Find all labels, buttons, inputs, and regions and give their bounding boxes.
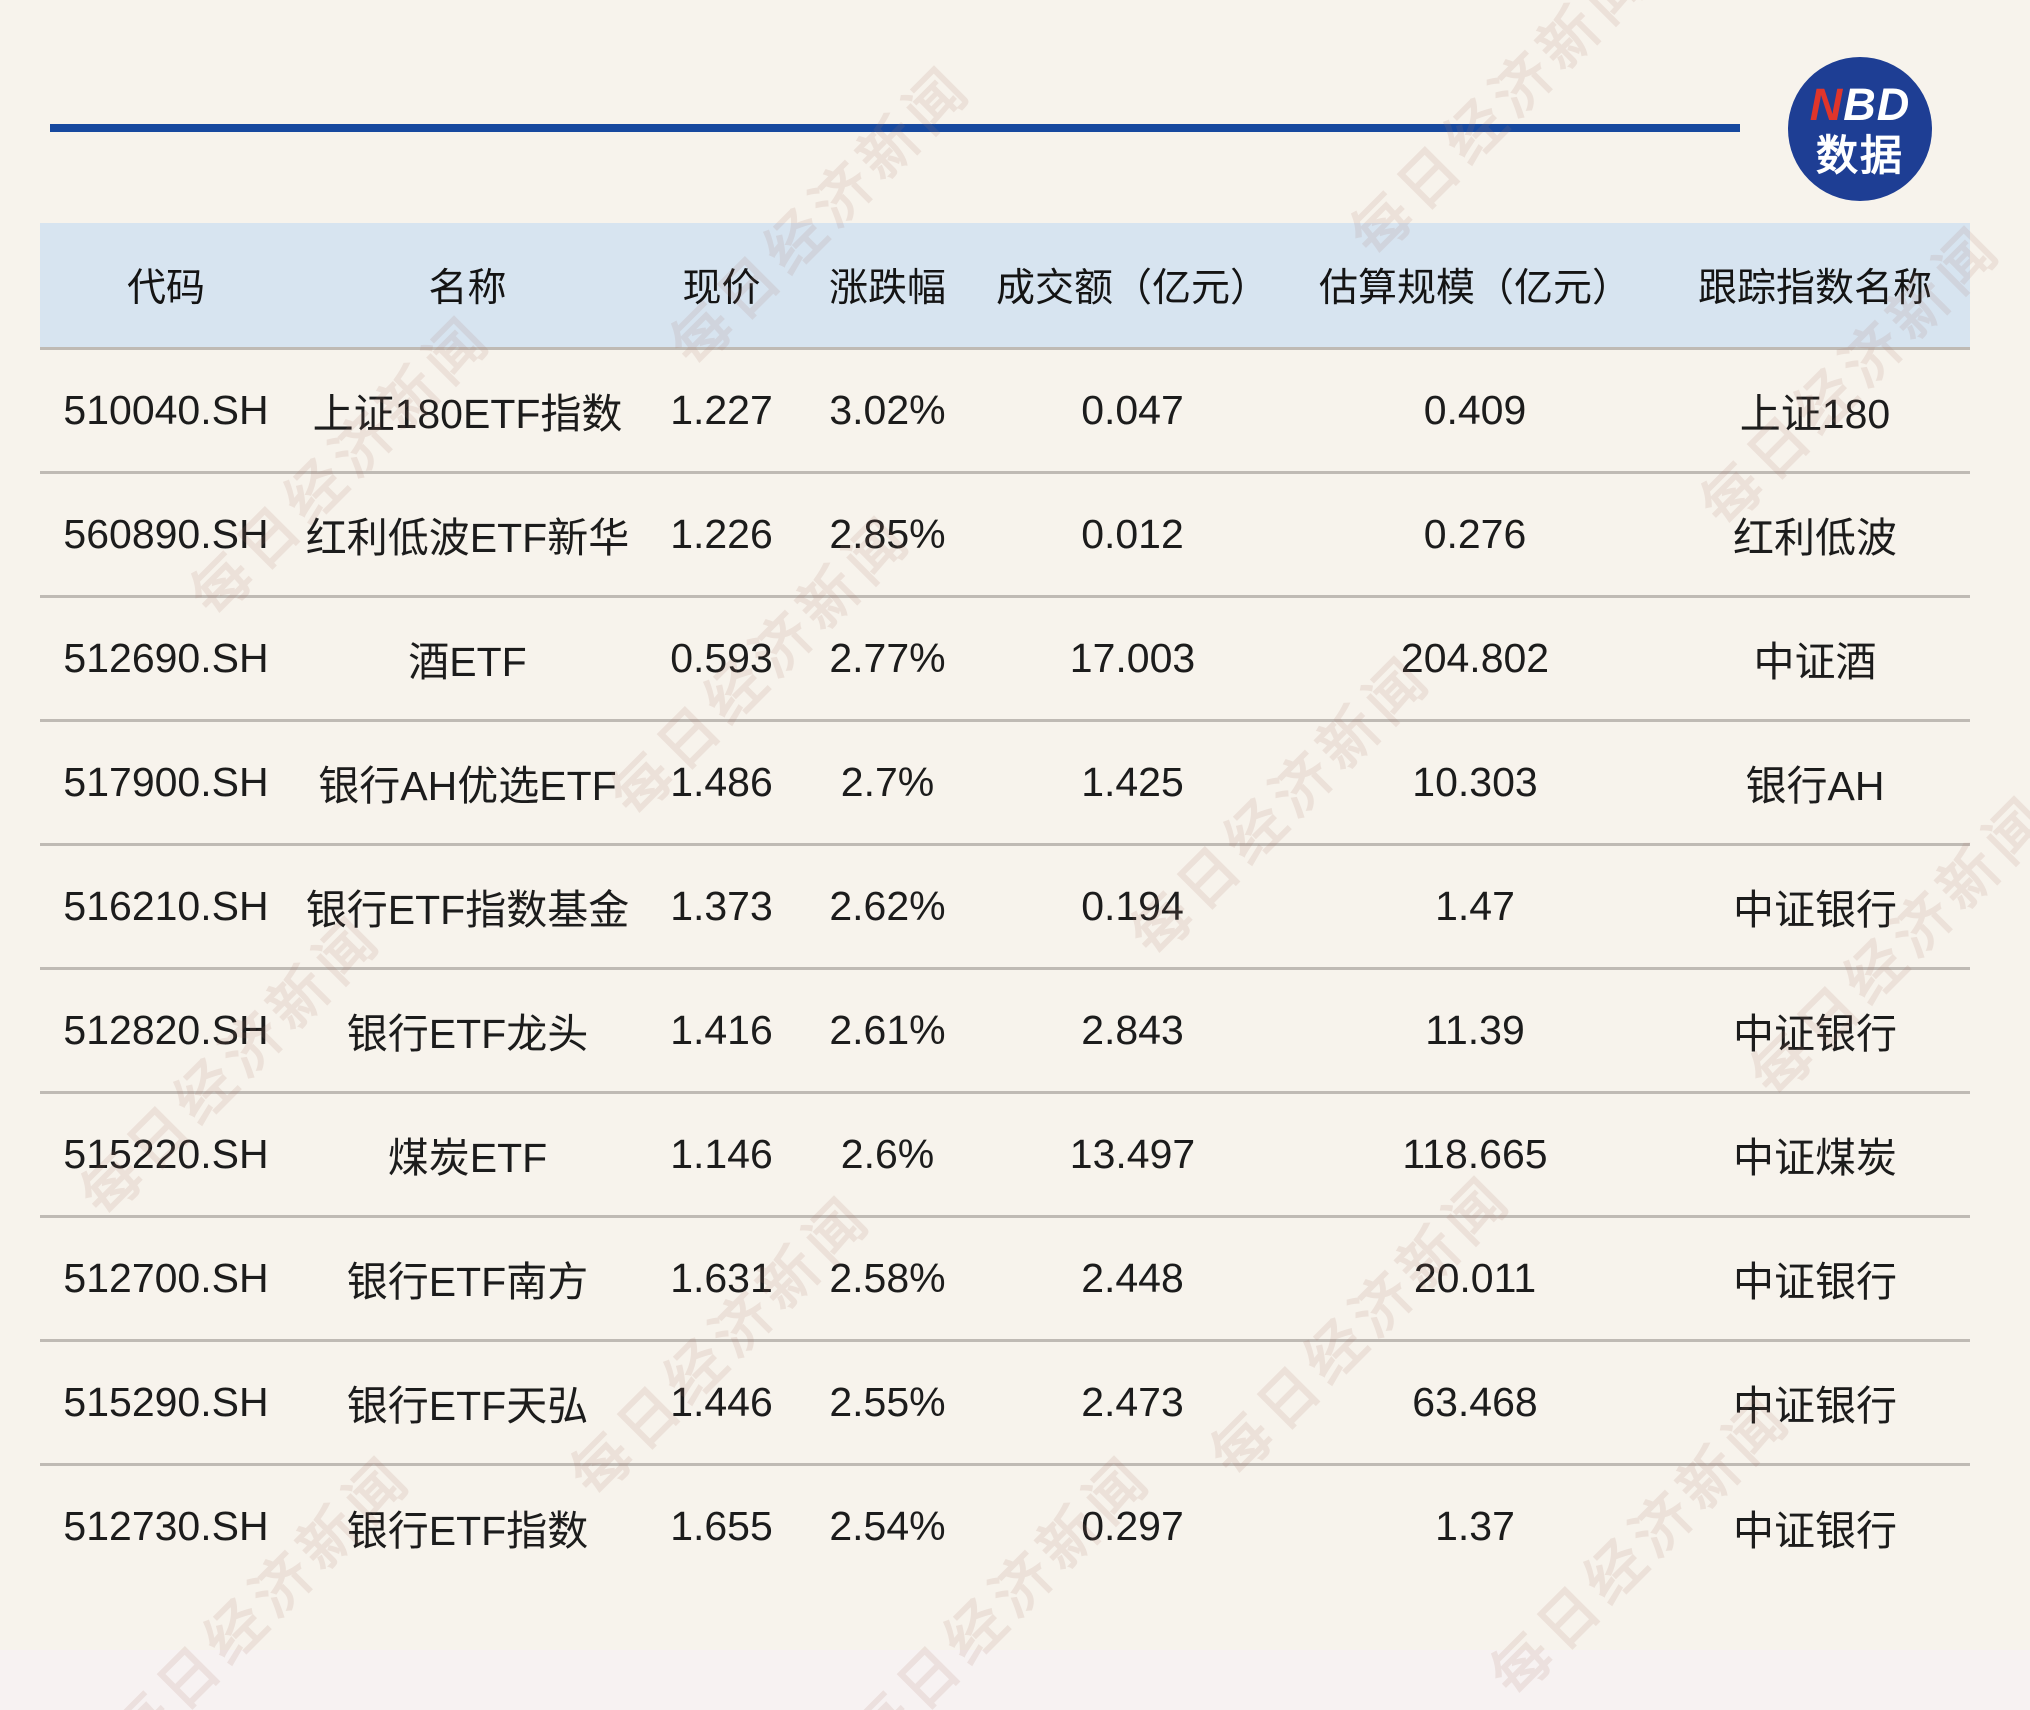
- table-row: 512690.SH酒ETF0.5932.77%17.003204.802中证酒: [40, 596, 1970, 720]
- column-header-change: 涨跌幅: [800, 223, 975, 348]
- cell-name: 上证180ETF指数: [292, 348, 643, 472]
- cell-price: 1.373: [643, 844, 800, 968]
- cell-code: 512820.SH: [40, 968, 292, 1092]
- cell-code: 517900.SH: [40, 720, 292, 844]
- cell-index: 中证银行: [1660, 968, 1970, 1092]
- cell-price: 1.655: [643, 1464, 800, 1588]
- cell-price: 1.146: [643, 1092, 800, 1216]
- cell-change: 2.54%: [800, 1464, 975, 1588]
- cell-turnover: 2.448: [975, 1216, 1290, 1340]
- cell-turnover: 2.843: [975, 968, 1290, 1092]
- cell-name: 银行ETF龙头: [292, 968, 643, 1092]
- cell-index: 银行AH: [1660, 720, 1970, 844]
- column-header-scale: 估算规模（亿元）: [1290, 223, 1660, 348]
- column-header-code: 代码: [40, 223, 292, 348]
- column-header-turnover: 成交额（亿元）: [975, 223, 1290, 348]
- nbd-logo-subtext: 数据: [1816, 135, 1904, 177]
- cell-code: 510040.SH: [40, 348, 292, 472]
- cell-index: 中证银行: [1660, 1216, 1970, 1340]
- cell-turnover: 17.003: [975, 596, 1290, 720]
- table-row: 515220.SH煤炭ETF1.1462.6%13.497118.665中证煤炭: [40, 1092, 1970, 1216]
- table-row: 517900.SH银行AH优选ETF1.4862.7%1.42510.303银行…: [40, 720, 1970, 844]
- cell-turnover: 0.047: [975, 348, 1290, 472]
- cell-scale: 0.409: [1290, 348, 1660, 472]
- table-body: 510040.SH上证180ETF指数1.2273.02%0.0470.409上…: [40, 348, 1970, 1588]
- cell-index: 红利低波: [1660, 472, 1970, 596]
- cell-price: 1.226: [643, 472, 800, 596]
- cell-price: 1.486: [643, 720, 800, 844]
- cell-change: 2.62%: [800, 844, 975, 968]
- table-row: 512730.SH银行ETF指数1.6552.54%0.2971.37中证银行: [40, 1464, 1970, 1588]
- table-row: 510040.SH上证180ETF指数1.2273.02%0.0470.409上…: [40, 348, 1970, 472]
- table-row: 560890.SH红利低波ETF新华1.2262.85%0.0120.276红利…: [40, 472, 1970, 596]
- cell-name: 银行ETF天弘: [292, 1340, 643, 1464]
- cell-name: 酒ETF: [292, 596, 643, 720]
- cell-code: 512700.SH: [40, 1216, 292, 1340]
- cell-index: 中证煤炭: [1660, 1092, 1970, 1216]
- cell-name: 银行ETF指数基金: [292, 844, 643, 968]
- cell-price: 1.631: [643, 1216, 800, 1340]
- table-row: 516210.SH银行ETF指数基金1.3732.62%0.1941.47中证银…: [40, 844, 1970, 968]
- cell-scale: 1.47: [1290, 844, 1660, 968]
- cell-price: 1.227: [643, 348, 800, 472]
- cell-name: 银行AH优选ETF: [292, 720, 643, 844]
- column-header-price: 现价: [643, 223, 800, 348]
- nbd-logo-text: NBD: [1810, 82, 1911, 127]
- header-row: 代码 名称 现价 涨跌幅 成交额（亿元） 估算规模（亿元） 跟踪指数名称: [40, 223, 1970, 348]
- cell-name: 煤炭ETF: [292, 1092, 643, 1216]
- cell-code: 512690.SH: [40, 596, 292, 720]
- cell-code: 515290.SH: [40, 1340, 292, 1464]
- table-row: 512820.SH银行ETF龙头1.4162.61%2.84311.39中证银行: [40, 968, 1970, 1092]
- cell-index: 中证银行: [1660, 844, 1970, 968]
- cell-code: 512730.SH: [40, 1464, 292, 1588]
- cell-turnover: 13.497: [975, 1092, 1290, 1216]
- cell-price: 1.446: [643, 1340, 800, 1464]
- nbd-logo-letters-bd: BD: [1843, 79, 1910, 130]
- cell-change: 2.6%: [800, 1092, 975, 1216]
- cell-change: 2.77%: [800, 596, 975, 720]
- nbd-logo-letter-n: N: [1810, 79, 1844, 130]
- cell-scale: 63.468: [1290, 1340, 1660, 1464]
- etf-table: 代码 名称 现价 涨跌幅 成交额（亿元） 估算规模（亿元） 跟踪指数名称 510…: [40, 223, 1970, 1588]
- cell-scale: 11.39: [1290, 968, 1660, 1092]
- cell-code: 515220.SH: [40, 1092, 292, 1216]
- cell-turnover: 0.194: [975, 844, 1290, 968]
- brand-rule: [50, 124, 1740, 132]
- cell-scale: 20.011: [1290, 1216, 1660, 1340]
- cell-scale: 1.37: [1290, 1464, 1660, 1588]
- cell-scale: 118.665: [1290, 1092, 1660, 1216]
- cell-change: 3.02%: [800, 348, 975, 472]
- cell-change: 2.7%: [800, 720, 975, 844]
- bottom-strip: [0, 1650, 2030, 1710]
- nbd-logo: NBD 数据: [1788, 57, 1932, 201]
- cell-index: 中证酒: [1660, 596, 1970, 720]
- cell-scale: 0.276: [1290, 472, 1660, 596]
- cell-name: 银行ETF南方: [292, 1216, 643, 1340]
- table-row: 512700.SH银行ETF南方1.6312.58%2.44820.011中证银…: [40, 1216, 1970, 1340]
- column-header-name: 名称: [292, 223, 643, 348]
- cell-price: 1.416: [643, 968, 800, 1092]
- cell-change: 2.61%: [800, 968, 975, 1092]
- cell-change: 2.58%: [800, 1216, 975, 1340]
- cell-code: 516210.SH: [40, 844, 292, 968]
- cell-name: 银行ETF指数: [292, 1464, 643, 1588]
- cell-index: 上证180: [1660, 348, 1970, 472]
- cell-name: 红利低波ETF新华: [292, 472, 643, 596]
- cell-change: 2.85%: [800, 472, 975, 596]
- cell-index: 中证银行: [1660, 1464, 1970, 1588]
- cell-turnover: 2.473: [975, 1340, 1290, 1464]
- table-row: 515290.SH银行ETF天弘1.4462.55%2.47363.468中证银…: [40, 1340, 1970, 1464]
- cell-change: 2.55%: [800, 1340, 975, 1464]
- cell-scale: 204.802: [1290, 596, 1660, 720]
- cell-price: 0.593: [643, 596, 800, 720]
- cell-index: 中证银行: [1660, 1340, 1970, 1464]
- cell-scale: 10.303: [1290, 720, 1660, 844]
- cell-turnover: 0.297: [975, 1464, 1290, 1588]
- cell-code: 560890.SH: [40, 472, 292, 596]
- cell-turnover: 0.012: [975, 472, 1290, 596]
- cell-turnover: 1.425: [975, 720, 1290, 844]
- column-header-index: 跟踪指数名称: [1660, 223, 1970, 348]
